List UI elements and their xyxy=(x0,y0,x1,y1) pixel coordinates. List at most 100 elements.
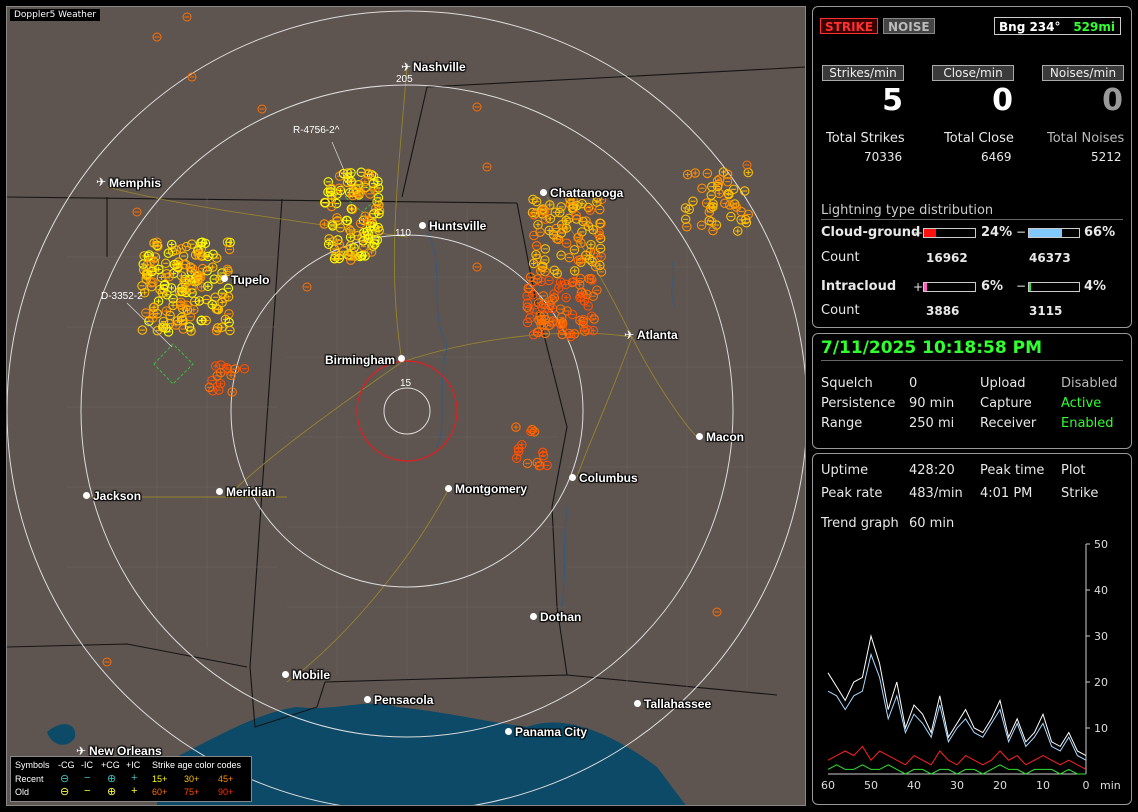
cg-negative-sign: − xyxy=(1016,225,1027,239)
y-tick-label: 40 xyxy=(1094,584,1108,597)
city-label: Huntsville xyxy=(429,219,487,233)
cg-positive-percent: 24% xyxy=(981,225,1013,240)
ic-positive-fill xyxy=(924,283,928,291)
squelch-value: 0 xyxy=(909,376,918,391)
neg-cg-old-icon: ⊖ xyxy=(60,786,70,798)
y-tick-label: 30 xyxy=(1094,630,1108,643)
upload-value: Disabled xyxy=(1061,376,1118,391)
ic-positive-sign: + xyxy=(913,280,924,294)
y-tick-label: 10 xyxy=(1094,722,1108,735)
cg-positive-bar xyxy=(923,228,976,238)
strike-symbol xyxy=(556,202,566,212)
strike-symbol xyxy=(540,244,551,254)
lightning-map[interactable]: Doppler5 Weather ✈ Nashville ✈ Memphis H… xyxy=(6,6,806,806)
strike-symbol xyxy=(522,458,533,469)
strike-symbol xyxy=(743,167,753,178)
cg-positive-count: 16962 xyxy=(926,251,968,265)
city-dot xyxy=(540,189,547,196)
trend-series-line xyxy=(827,652,1087,761)
map-title: Doppler5 Weather xyxy=(10,9,101,21)
city-label: Atlanta xyxy=(637,328,678,342)
neg-ic-old-icon: − xyxy=(84,785,91,797)
strikes-per-min-header: Strikes/min xyxy=(822,65,904,81)
strike-symbol xyxy=(472,102,482,112)
strike-symbol xyxy=(547,295,557,305)
strike-symbol xyxy=(529,210,539,220)
noise-mode-button[interactable]: NOISE xyxy=(883,18,935,34)
trend-series-line xyxy=(827,745,1087,770)
cg-positive-fill xyxy=(924,229,937,237)
strike-symbol xyxy=(690,168,700,178)
strike-symbol xyxy=(472,262,482,272)
city-label: Meridian xyxy=(226,485,276,499)
strike-symbol xyxy=(239,363,250,374)
upload-label: Upload xyxy=(980,376,1026,391)
range-label: 110 xyxy=(395,228,411,239)
strike-symbol xyxy=(161,258,171,269)
ic-negative-bar xyxy=(1028,282,1080,292)
cg-count-label: Count xyxy=(821,250,860,265)
distribution-title: Lightning type distribution xyxy=(821,203,994,218)
strike-symbol xyxy=(712,607,722,617)
ic-negative-count: 3115 xyxy=(1029,304,1063,318)
strike-symbol xyxy=(742,160,752,170)
legend-pos-cg: +CG xyxy=(101,760,120,770)
range-label: Range xyxy=(821,416,863,431)
city-dot xyxy=(530,613,537,620)
city-dot xyxy=(398,355,405,362)
strike-symbol xyxy=(360,182,371,193)
strike-symbol xyxy=(736,206,747,217)
strike-symbol xyxy=(554,283,564,293)
y-tick-label: 50 xyxy=(1094,538,1108,551)
plot-value[interactable]: Strike xyxy=(1061,486,1098,501)
pos-ic-old-icon: + xyxy=(131,785,138,797)
city-label: Tallahassee xyxy=(644,697,712,711)
strike-symbol xyxy=(561,238,572,248)
city-dot xyxy=(83,492,90,499)
strike-symbol xyxy=(577,198,587,209)
peak-rate-label: Peak rate xyxy=(821,486,883,501)
strike-symbol xyxy=(319,219,330,229)
noises-per-min-header: Noises/min xyxy=(1042,65,1124,81)
strike-symbol xyxy=(733,226,743,236)
strike-mode-button[interactable]: STRIKE xyxy=(820,18,879,34)
strike-symbol xyxy=(552,268,562,279)
x-unit-label: min xyxy=(1100,779,1121,792)
city-dot xyxy=(282,671,289,678)
age-code: 90+ xyxy=(218,787,234,797)
total-noises-value: 5212 xyxy=(1091,150,1122,164)
strike-stats-panel: STRIKE NOISE Bng 234° 529mi Strikes/min … xyxy=(812,6,1132,328)
legend-recent-label: Recent xyxy=(15,774,44,784)
trend-chart: 50 40 30 20 10 60 50 40 30 20 10 0 min xyxy=(821,538,1121,792)
strike-symbol xyxy=(511,422,521,432)
city-dot xyxy=(634,700,641,707)
strike-symbol xyxy=(728,184,739,195)
cg-negative-bar xyxy=(1028,228,1080,238)
strike-symbol xyxy=(739,186,750,196)
close-per-min-value: 0 xyxy=(992,83,1013,118)
cloud-ground-label: Cloud-ground xyxy=(821,225,921,240)
lake xyxy=(47,724,76,745)
strike-symbol xyxy=(182,12,192,22)
strike-symbol xyxy=(102,657,112,667)
strike-symbol xyxy=(682,169,693,180)
strike-symbol xyxy=(696,220,707,231)
trend-series-line xyxy=(827,634,1087,757)
uptime-value: 428:20 xyxy=(909,463,955,478)
y-tick-label: 20 xyxy=(1094,676,1108,689)
city-label: Nashville xyxy=(413,60,466,74)
city-label: Columbus xyxy=(579,471,638,485)
total-strikes-label: Total Strikes xyxy=(826,131,905,146)
city-dot xyxy=(569,474,576,481)
strike-symbol xyxy=(719,198,730,209)
city-label: Panama City xyxy=(515,725,588,739)
age-code: 15+ xyxy=(152,774,168,784)
cg-negative-count: 46373 xyxy=(1029,251,1071,265)
pos-ic-symbol-icon: + xyxy=(131,772,138,784)
pos-cg-symbol-icon: ⊕ xyxy=(107,773,117,785)
ic-negative-fill xyxy=(1029,283,1031,291)
strike-symbol xyxy=(555,277,566,287)
bearing-value: Bng 234° xyxy=(999,20,1061,34)
city-dot xyxy=(445,485,452,492)
legend-neg-ic: -IC xyxy=(81,760,93,770)
